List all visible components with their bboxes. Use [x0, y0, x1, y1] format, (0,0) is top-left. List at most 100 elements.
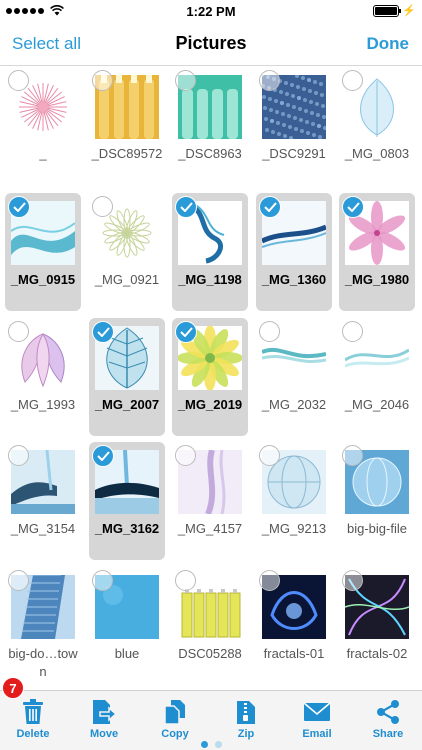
picture-name: _MG_0915 — [10, 272, 76, 287]
picture-name: _MG_2019 — [177, 397, 243, 412]
picture-cell[interactable]: _MG_0921 — [89, 193, 165, 311]
selection-count-badge: 7 — [2, 677, 24, 699]
copy-icon — [164, 700, 185, 725]
done-button[interactable]: Done — [367, 34, 410, 54]
picture-cell[interactable]: big-big-file — [339, 442, 415, 560]
delete-label: Delete — [16, 728, 50, 740]
picture-name: blue — [114, 646, 140, 661]
picture-name: _MG_1198 — [178, 272, 242, 287]
selection-circle-icon[interactable] — [342, 570, 363, 591]
checkmark-icon[interactable] — [8, 196, 30, 218]
selection-circle-icon[interactable] — [259, 321, 280, 342]
checkmark-icon[interactable] — [92, 445, 114, 467]
picture-cell[interactable]: _MG_2007 — [89, 318, 165, 436]
picture-name: _MG_2007 — [94, 397, 160, 412]
picture-cell[interactable]: _MG_1980 — [339, 193, 415, 311]
picture-name: _DSC8963 — [178, 146, 242, 161]
checkmark-icon[interactable] — [175, 321, 197, 343]
selection-circle-icon[interactable] — [92, 196, 113, 217]
picture-name: _MG_4157 — [177, 521, 243, 536]
picture-cell[interactable]: _MG_0803 — [339, 67, 415, 185]
selection-circle-icon[interactable] — [342, 445, 363, 466]
navigation-bar: Select all Pictures Done — [0, 22, 422, 66]
picture-name: _MG_2032 — [261, 397, 327, 412]
copy-button[interactable]: Copy — [145, 699, 205, 740]
picture-cell[interactable]: fractals-02 — [339, 567, 415, 685]
picture-name: _MG_2046 — [344, 397, 410, 412]
picture-name: _MG_9213 — [261, 521, 327, 536]
share-button[interactable]: Share — [358, 699, 418, 740]
zip-icon — [237, 701, 255, 724]
picture-cell[interactable]: _MG_9213 — [256, 442, 332, 560]
picture-name: _MG_0921 — [94, 272, 160, 287]
selection-circle-icon[interactable] — [8, 445, 29, 466]
picture-name: big-do…town — [8, 646, 78, 679]
charging-icon: ⚡ — [402, 5, 416, 17]
page-dot — [214, 741, 222, 748]
picture-name: _DSC89572 — [91, 146, 163, 161]
picture-name: fractals-01 — [263, 646, 325, 661]
move-label: Move — [89, 728, 119, 740]
picture-cell[interactable]: _ — [5, 67, 81, 185]
picture-cell[interactable]: _DSC89572 — [89, 67, 165, 185]
select-all-button[interactable]: Select all — [12, 34, 81, 54]
delete-button[interactable]: Delete — [3, 699, 63, 740]
picture-cell[interactable]: DSC05288 — [172, 567, 248, 685]
picture-name: _MG_3162 — [94, 521, 160, 536]
picture-cell[interactable]: _MG_1360 — [256, 193, 332, 311]
checkmark-icon[interactable] — [342, 196, 364, 218]
picture-cell[interactable]: _MG_4157 — [172, 442, 248, 560]
selection-circle-icon[interactable] — [175, 445, 196, 466]
status-time: 1:22 PM — [186, 4, 236, 19]
picture-cell[interactable]: big-do…town — [5, 567, 81, 685]
picture-name: fractals-02 — [346, 646, 408, 661]
selection-circle-icon[interactable] — [8, 570, 29, 591]
email-label: Email — [302, 728, 332, 740]
zip-button[interactable]: Zip — [216, 699, 276, 740]
picture-name: big-big-file — [347, 521, 407, 536]
battery-group: ⚡ — [373, 4, 416, 17]
picture-name: _MG_1360 — [261, 272, 327, 287]
selection-circle-icon[interactable] — [175, 70, 196, 91]
picture-cell[interactable]: _MG_2019 — [172, 318, 248, 436]
picture-cell[interactable]: _MG_3162 — [89, 442, 165, 560]
page-indicator — [0, 741, 422, 748]
picture-cell[interactable]: _MG_1198 — [172, 193, 248, 311]
selection-circle-icon[interactable] — [175, 570, 196, 591]
checkmark-icon[interactable] — [92, 321, 114, 343]
copy-label: Copy — [161, 728, 189, 740]
picture-name: _MG_1980 — [344, 272, 410, 287]
selection-circle-icon[interactable] — [259, 445, 280, 466]
picture-name: _MG_0803 — [344, 146, 410, 161]
picture-name: DSC05288 — [178, 646, 242, 661]
picture-cell[interactable]: _DSC9291 — [256, 67, 332, 185]
page-dot — [200, 741, 208, 748]
picture-cell[interactable]: _DSC8963 — [172, 67, 248, 185]
selection-circle-icon[interactable] — [8, 70, 29, 91]
selection-circle-icon[interactable] — [342, 321, 363, 342]
checkmark-icon[interactable] — [175, 196, 197, 218]
picture-cell[interactable]: _MG_3154 — [5, 442, 81, 560]
picture-cell[interactable]: fractals-01 — [256, 567, 332, 685]
status-bar: 1:22 PM ⚡ — [0, 0, 422, 22]
picture-cell[interactable]: _MG_1993 — [5, 318, 81, 436]
selection-circle-icon[interactable] — [92, 570, 113, 591]
email-button[interactable]: Email — [287, 699, 347, 740]
picture-cell[interactable]: _MG_2046 — [339, 318, 415, 436]
zip-label: Zip — [237, 728, 255, 740]
checkmark-icon[interactable] — [259, 196, 281, 218]
picture-name: _MG_3154 — [10, 521, 76, 536]
picture-cell[interactable]: _MG_0915 — [5, 193, 81, 311]
selection-circle-icon[interactable] — [92, 70, 113, 91]
move-button[interactable]: Move — [74, 699, 134, 740]
selection-circle-icon[interactable] — [259, 570, 280, 591]
picture-cell[interactable]: _MG_2032 — [256, 318, 332, 436]
email-icon — [303, 702, 331, 721]
selection-circle-icon[interactable] — [259, 70, 280, 91]
move-icon — [93, 700, 117, 724]
picture-cell[interactable]: blue — [89, 567, 165, 685]
selection-circle-icon[interactable] — [8, 321, 29, 342]
selection-circle-icon[interactable] — [342, 70, 363, 91]
share-icon — [377, 700, 399, 724]
trash-icon — [23, 699, 43, 724]
